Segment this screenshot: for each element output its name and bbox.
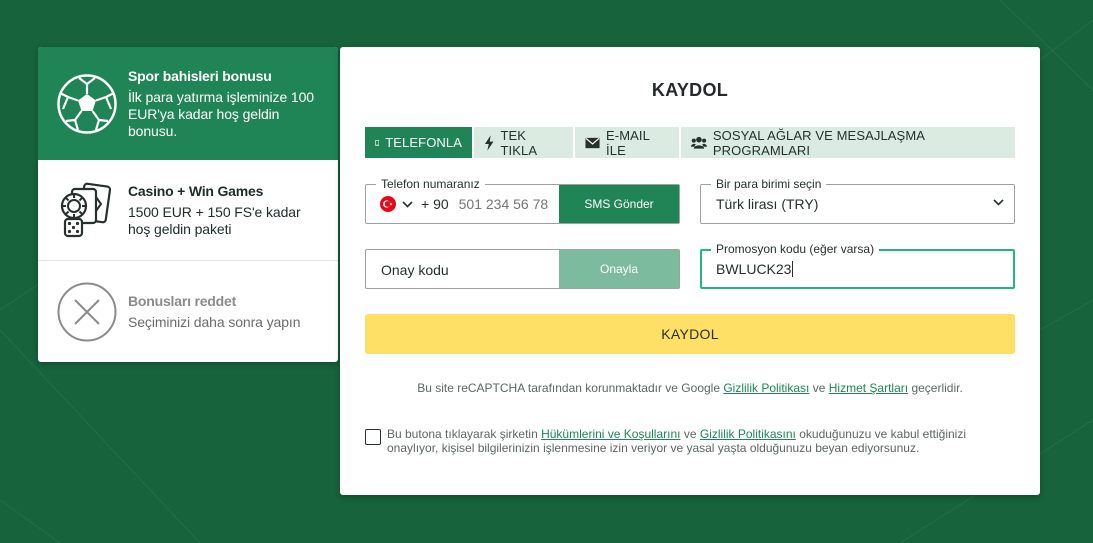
text-caret bbox=[792, 261, 794, 277]
phone-icon bbox=[375, 139, 380, 146]
sms-send-button[interactable]: SMS Gönder bbox=[559, 185, 679, 223]
terms-conditions-link[interactable]: Hükümlerini ve Koşullarını bbox=[541, 427, 680, 441]
terms-of-service-link[interactable]: Hizmet Şartları bbox=[829, 381, 908, 395]
tab-label: TELEFONLA bbox=[385, 135, 462, 150]
privacy-policy-link[interactable]: Gizlilik Politikasını bbox=[700, 427, 796, 441]
bonus-description: İlk para yatırma işleminize 100 EUR'ya k… bbox=[128, 88, 314, 139]
chevron-down-icon bbox=[993, 199, 1004, 206]
terms-checkbox[interactable] bbox=[365, 429, 381, 445]
currency-value: Türk lirası (TRY) bbox=[716, 196, 819, 212]
turkey-flag-icon[interactable] bbox=[380, 196, 396, 212]
promo-label: Promosyon kodu (eğer varsa) bbox=[711, 242, 880, 256]
tab-social[interactable]: SOSYAL AĞLAR VE MESAJLAŞMA PROGRAMLARI bbox=[681, 127, 1015, 158]
register-tabs: TELEFONLA TEK TIKLA E-MAIL İLE SOSYAL AĞ… bbox=[365, 127, 1015, 158]
recaptcha-and: ve bbox=[812, 381, 826, 395]
tab-label: SOSYAL AĞLAR VE MESAJLAŞMA PROGRAMLARI bbox=[712, 127, 925, 158]
phone-input[interactable] bbox=[458, 196, 559, 212]
register-title: KAYDOL bbox=[651, 80, 729, 100]
recaptcha-suffix: geçerlidir. bbox=[911, 381, 963, 395]
promo-code-value: BWLUCK23 bbox=[716, 261, 792, 277]
envelope-icon bbox=[585, 137, 600, 148]
bonus-description: 1500 EUR + 150 FS'e kadar hoş geldin pak… bbox=[128, 203, 301, 237]
terms-consent: Bu butona tıklayarak şirketin Hükümlerin… bbox=[365, 427, 1005, 455]
tab-label: E-MAIL İLE bbox=[606, 127, 650, 158]
register-submit-button[interactable]: KAYDOL bbox=[365, 314, 1015, 354]
phone-field: Telefon numaranız + 90 SMS Gönder bbox=[365, 177, 680, 224]
phone-prefix: + 90 bbox=[421, 196, 449, 212]
close-circle-icon bbox=[57, 282, 117, 341]
recaptcha-notice: Bu site reCAPTCHA tarafından korunmaktad… bbox=[340, 381, 1040, 395]
terms-text: Bu butona tıklayarak şirketin Hükümlerin… bbox=[387, 427, 1005, 455]
users-icon bbox=[691, 136, 707, 149]
register-form: KAYDOL TELEFONLA TEK TIKLA E-MAIL İLE SO… bbox=[340, 47, 1040, 495]
confirm-code-field[interactable]: Onay kodu Onayla bbox=[365, 249, 680, 289]
privacy-policy-link[interactable]: Gizlilik Politikası bbox=[723, 381, 809, 395]
tab-phone[interactable]: TELEFONLA bbox=[365, 127, 472, 158]
bonus-option-reject[interactable]: Bonusları reddet Seçiminizi daha sonra y… bbox=[38, 261, 338, 362]
confirm-code-placeholder: Onay kodu bbox=[381, 262, 449, 278]
confirm-button[interactable]: Onayla bbox=[559, 250, 679, 288]
tab-label: TEK TIKLA bbox=[500, 127, 538, 158]
recaptcha-prefix: Bu site reCAPTCHA tarafından korunmaktad… bbox=[417, 381, 720, 395]
phone-label: Telefon numaranız bbox=[376, 177, 485, 191]
bonus-title: Bonusları reddet bbox=[128, 292, 237, 309]
casino-cards-icon bbox=[60, 182, 112, 238]
tab-email[interactable]: E-MAIL İLE bbox=[575, 127, 679, 158]
currency-label: Bir para birimi seçin bbox=[711, 177, 827, 191]
currency-select[interactable]: Bir para birimi seçin Türk lirası (TRY) bbox=[700, 177, 1015, 224]
promo-code-field[interactable]: Promosyon kodu (eğer varsa) BWLUCK23 bbox=[700, 242, 1015, 289]
bonus-title: Casino + Win Games bbox=[128, 182, 264, 199]
bonus-title: Spor bahisleri bonusu bbox=[128, 67, 272, 84]
lightning-icon bbox=[484, 134, 494, 151]
chevron-down-icon[interactable] bbox=[402, 200, 413, 208]
soccer-ball-icon bbox=[57, 73, 117, 134]
terms-prefix: Bu butona tıklayarak şirketin bbox=[387, 427, 538, 441]
tab-one-click[interactable]: TEK TIKLA bbox=[474, 127, 573, 158]
bonus-option-sports[interactable]: Spor bahisleri bonusu İlk para yatırma i… bbox=[38, 47, 338, 160]
bonus-description: Seçiminizi daha sonra yapın bbox=[128, 313, 301, 330]
terms-and: ve bbox=[683, 427, 697, 441]
bonus-panel: Spor bahisleri bonusu İlk para yatırma i… bbox=[38, 47, 338, 362]
bonus-option-casino[interactable]: Casino + Win Games 1500 EUR + 150 FS'e k… bbox=[38, 160, 338, 261]
